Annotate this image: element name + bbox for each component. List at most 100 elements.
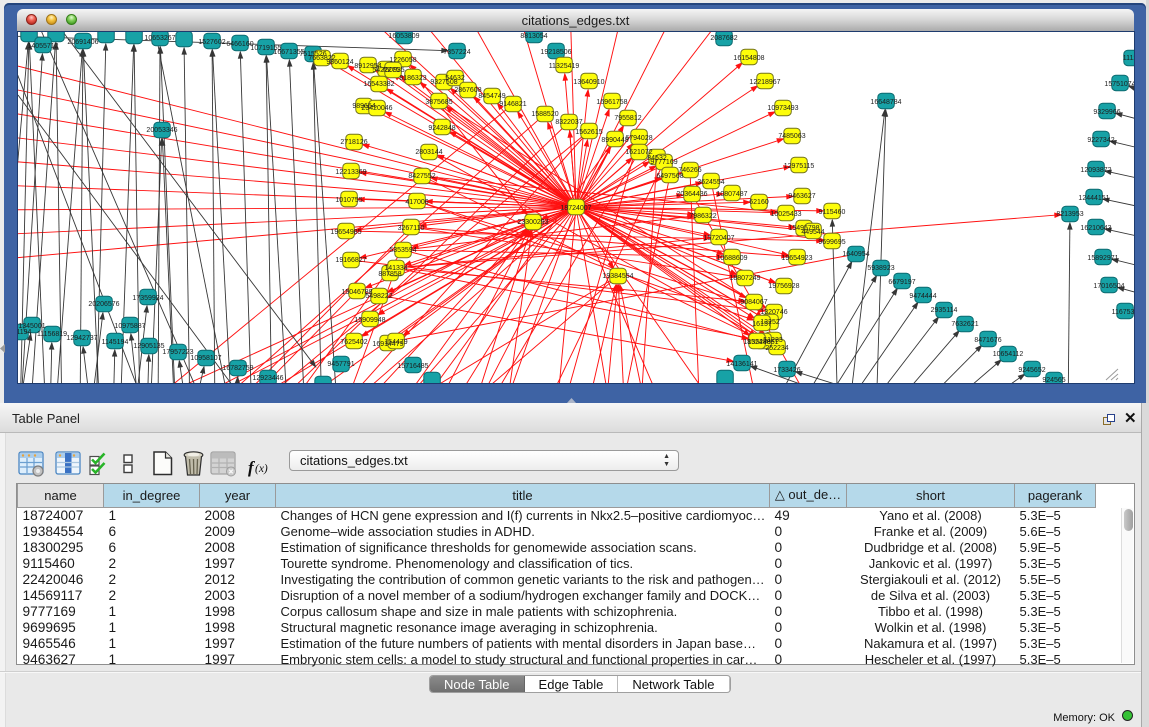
svg-text:12218967: 12218967 [749,79,780,86]
svg-text:15892971: 15892971 [1087,255,1118,262]
svg-text:14136141: 14136141 [726,361,757,368]
svg-text:10653267: 10653267 [144,35,175,42]
svg-text:14055712: 14055712 [27,43,58,50]
svg-text:7357224: 7357224 [443,49,470,56]
svg-text:13640910: 13640910 [573,79,604,86]
svg-text:16648784: 16648784 [870,99,901,106]
svg-text:7485063: 7485063 [778,133,805,140]
svg-text:10025433: 10025433 [770,211,801,218]
svg-text:887858: 887858 [378,271,401,278]
svg-text:924565: 924565 [1042,377,1065,383]
svg-text:3875685: 3875685 [425,99,452,106]
svg-text:10688609: 10688609 [716,255,747,262]
svg-text:23420046: 23420046 [361,105,392,112]
svg-text:9146821: 9146821 [499,101,526,108]
svg-text:12093872: 12093872 [1080,167,1111,174]
svg-text:12923446: 12923446 [252,375,283,382]
svg-text:11325419: 11325419 [549,63,580,70]
svg-text:20053346: 20053346 [146,127,177,134]
svg-text:19166827: 19166827 [335,257,366,264]
svg-text:1588520: 1588520 [531,111,558,118]
svg-text:20206576: 20206576 [88,301,119,308]
svg-text:20364436: 20364436 [676,191,707,198]
svg-text:7986322: 7986322 [689,213,716,220]
svg-text:15909948: 15909948 [354,317,385,324]
svg-text:8186323: 8186323 [399,75,426,82]
svg-text:5938923: 5938923 [867,265,894,272]
svg-text:19218506: 19218506 [540,49,571,56]
svg-text:19654985: 19654985 [330,229,361,236]
svg-text:9777169: 9777169 [650,159,677,166]
svg-text:11121: 11121 [1123,55,1134,62]
svg-text:9860124: 9860124 [326,59,353,66]
svg-text:16782759: 16782759 [222,365,253,372]
svg-text:9329966: 9329966 [1093,109,1120,116]
svg-text:1527602: 1527602 [198,39,225,46]
svg-text:9699695: 9699695 [818,239,845,246]
svg-text:16961758: 16961758 [596,99,627,106]
svg-text:3267110: 3267110 [398,225,425,232]
svg-text:10975887: 10975887 [114,323,145,330]
svg-text:15720407: 15720407 [703,235,734,242]
svg-text:391194: 391194 [18,329,32,336]
svg-text:1167533: 1167533 [1112,309,1134,316]
svg-text:62160: 62160 [749,199,769,206]
svg-text:1640954: 1640954 [842,251,869,258]
svg-text:11156819: 11156819 [37,331,67,338]
svg-text:417006: 417006 [405,199,428,206]
svg-text:1010755: 1010755 [335,197,362,204]
svg-text:18807249: 18807249 [729,275,760,282]
svg-text:19384554: 19384554 [602,273,633,280]
svg-text:9457791: 9457791 [327,361,354,368]
svg-text:17359924: 17359924 [132,295,163,302]
svg-text:9242848: 9242848 [428,125,455,132]
svg-text:6679197: 6679197 [888,279,915,286]
svg-text:9115460: 9115460 [819,209,846,216]
svg-text:9084067: 9084067 [740,299,767,306]
svg-text:12975115: 12975115 [784,163,815,170]
svg-text:2718126: 2718126 [340,139,367,146]
svg-text:16543382: 16543382 [363,81,394,88]
svg-text:1145194: 1145194 [102,339,129,346]
svg-text:12213369: 12213369 [335,169,366,176]
svg-text:7632621: 7632621 [951,321,978,328]
svg-text:750935: 750935 [381,67,404,74]
svg-text:8813054: 8813054 [520,33,547,40]
svg-text:2087682: 2087682 [710,35,737,42]
svg-text:10973493: 10973493 [767,105,798,112]
svg-text:8322037: 8322037 [555,119,582,126]
svg-text:1226058: 1226058 [389,57,416,64]
svg-text:20691406: 20691406 [67,39,98,46]
svg-text:5353594: 5353594 [389,247,416,254]
svg-text:2935114: 2935114 [931,307,958,314]
svg-text:23300293: 23300293 [517,219,548,226]
svg-text:10807487: 10807487 [716,191,747,198]
svg-text:12444151: 12444151 [1078,195,1109,202]
svg-text:9227342: 9227342 [1087,137,1114,144]
svg-text:1562615: 1562615 [575,129,602,136]
svg-text:6794028: 6794028 [625,135,652,142]
svg-text:16154808: 16154808 [733,55,764,62]
svg-text:746266: 746266 [678,167,701,174]
svg-text:1345001: 1345001 [18,323,45,330]
svg-text:10654112: 10654112 [993,351,1024,358]
svg-text:17957223: 17957223 [162,349,193,356]
svg-text:1733426: 1733426 [773,367,800,374]
svg-text:154479: 154479 [384,339,407,346]
svg-text:16053809: 16053809 [388,33,419,40]
svg-text:8213953: 8213953 [1056,211,1083,218]
svg-text:19654923: 19654923 [781,255,812,262]
svg-text:18724007: 18724007 [560,205,591,212]
svg-text:16157: 16157 [752,321,772,328]
svg-text:(x): (x) [255,463,268,475]
svg-text:449544: 449544 [801,229,824,236]
svg-text:8427552: 8427552 [408,173,435,180]
svg-text:252234: 252234 [765,345,788,352]
svg-text:9463627: 9463627 [788,193,815,200]
svg-text:54632: 54632 [445,75,465,82]
svg-text:141334: 141334 [384,265,407,272]
svg-text:8454749: 8454749 [478,93,505,100]
svg-text:10958107: 10958107 [190,355,221,362]
svg-text:15751074: 15751074 [1104,81,1134,88]
svg-text:16210643: 16210643 [1080,225,1111,232]
